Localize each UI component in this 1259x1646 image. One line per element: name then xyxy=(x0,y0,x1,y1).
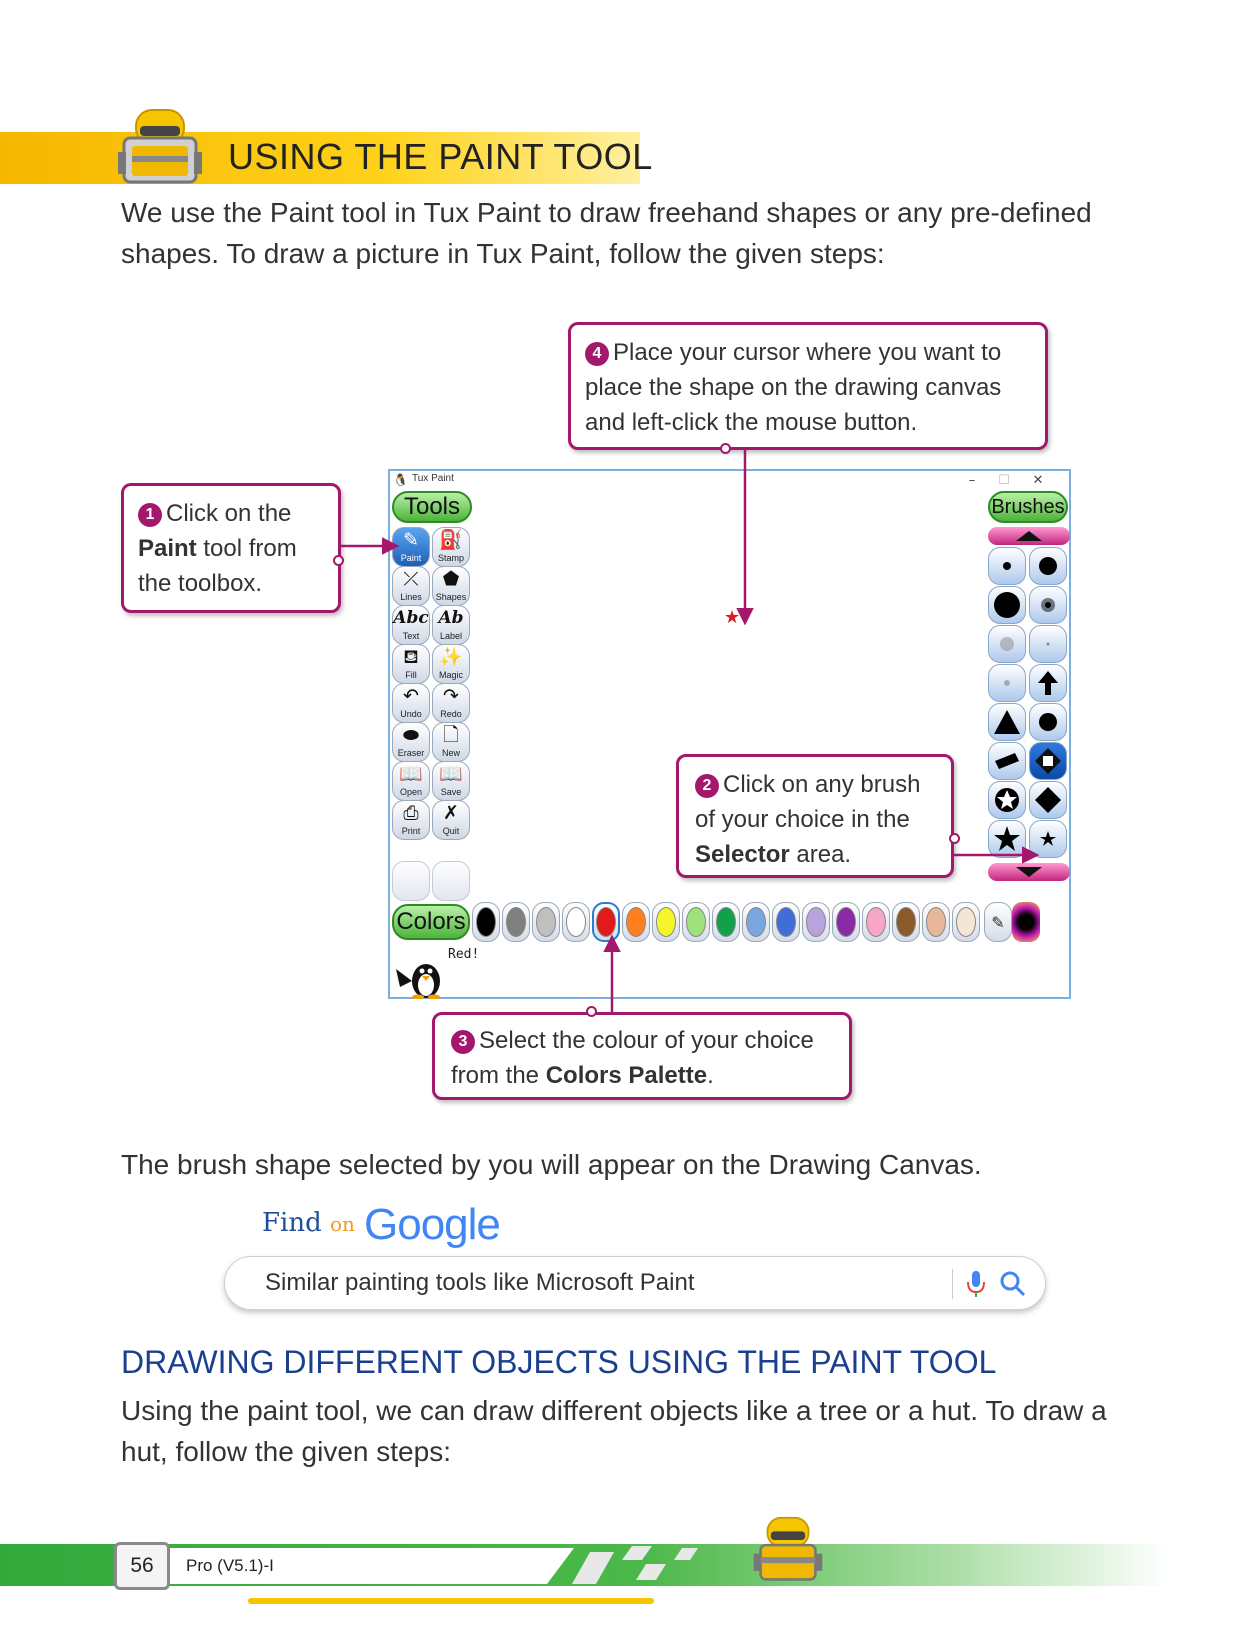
robot-mascot-icon xyxy=(753,1516,823,1581)
connector-dot xyxy=(720,443,731,454)
microphone-icon[interactable] xyxy=(965,1269,987,1299)
book-title: Pro (V5.1)-I xyxy=(186,1556,274,1575)
search-icon[interactable] xyxy=(999,1269,1027,1299)
search-input[interactable]: Similar painting tools like Microsoft Pa… xyxy=(265,1269,695,1297)
subsection-paragraph: Using the paint tool, we can draw differ… xyxy=(121,1395,1107,1467)
search-divider xyxy=(952,1269,953,1299)
on-word: on xyxy=(330,1212,355,1236)
find-word: Find xyxy=(262,1208,322,1238)
footer-stripes xyxy=(572,1546,698,1584)
brush-note: The brush shape selected by you will app… xyxy=(121,1149,982,1180)
page-number: 56 xyxy=(114,1542,170,1590)
connector-dot xyxy=(949,833,960,844)
google-logo: Google xyxy=(364,1200,501,1249)
footer-yellow-line xyxy=(248,1598,654,1604)
subsection-title: DRAWING DIFFERENT OBJECTS USING THE PAIN… xyxy=(121,1344,997,1380)
connector-dot xyxy=(333,555,344,566)
find-label: Find on xyxy=(262,1208,355,1238)
connector-dot xyxy=(586,1006,597,1017)
search-bar[interactable]: Similar painting tools like Microsoft Pa… xyxy=(224,1256,1046,1310)
